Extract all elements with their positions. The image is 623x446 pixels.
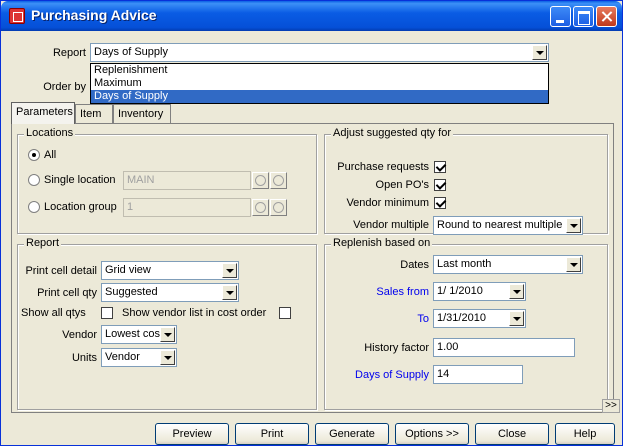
zoom-icon[interactable] xyxy=(270,199,287,216)
dropdown-option-replenishment[interactable]: Replenishment xyxy=(91,64,548,77)
maximize-icon[interactable] xyxy=(573,6,594,27)
tab-parameters[interactable]: Parameters xyxy=(11,102,75,124)
purchase-requests-label: Purchase requests xyxy=(337,161,429,173)
location-group-input[interactable]: 1 xyxy=(123,198,251,217)
adjust-group: Adjust suggested qty for Purchase reques… xyxy=(324,127,608,235)
vendor-multiple-select[interactable]: Round to nearest multiple xyxy=(433,216,583,235)
all-locations-label: All xyxy=(44,149,57,161)
show-all-qtys-label: Show all qtys xyxy=(21,307,86,319)
vendor-label: Vendor xyxy=(62,329,97,341)
parameters-panel: Locations All Single location MAIN Locat… xyxy=(11,123,614,413)
location-group-radio[interactable] xyxy=(28,201,40,213)
print-cell-qty-label: Print cell qty xyxy=(37,287,97,299)
single-location-input[interactable]: MAIN xyxy=(123,171,251,190)
chevron-down-icon[interactable] xyxy=(566,257,581,272)
all-locations-radio[interactable] xyxy=(28,149,40,161)
replenish-group: Replenish based on Dates Last month Sale… xyxy=(324,237,608,410)
report-dropdown-list: Replenishment Maximum Days of Supply xyxy=(90,63,549,104)
chevron-down-icon[interactable] xyxy=(509,311,524,326)
help-button[interactable]: Help xyxy=(555,423,615,445)
single-location-radio[interactable] xyxy=(28,174,40,186)
locations-group: Locations All Single location MAIN Locat… xyxy=(17,127,317,234)
sales-from-value: 1/ 1/2010 xyxy=(437,285,483,297)
print-cell-qty-value: Suggested xyxy=(105,286,158,298)
zoom-icon[interactable] xyxy=(270,172,287,189)
purchase-requests-checkbox[interactable] xyxy=(434,161,446,173)
lookup-icon[interactable] xyxy=(252,172,269,189)
adjust-group-title: Adjust suggested qty for xyxy=(331,127,454,139)
report-select-value: Days of Supply xyxy=(94,46,168,58)
units-select[interactable]: Vendor xyxy=(101,348,177,367)
vendor-minimum-checkbox[interactable] xyxy=(434,197,446,209)
generate-button[interactable]: Generate xyxy=(315,423,389,445)
vendor-select[interactable]: Lowest cost xyxy=(101,325,177,344)
days-of-supply-value: 14 xyxy=(437,368,450,380)
options-button[interactable]: Options >> xyxy=(395,423,469,445)
tab-item[interactable]: Item xyxy=(75,104,113,124)
vendor-multiple-label: Vendor multiple xyxy=(353,219,429,231)
single-location-value: MAIN xyxy=(127,174,155,186)
open-pos-label: Open PO's xyxy=(375,179,429,191)
dropdown-option-maximum[interactable]: Maximum xyxy=(91,77,548,90)
dates-label: Dates xyxy=(400,259,429,271)
chevron-down-icon[interactable] xyxy=(222,263,237,278)
show-vendor-list-checkbox[interactable] xyxy=(279,307,291,319)
days-of-supply-label[interactable]: Days of Supply xyxy=(325,369,429,381)
print-cell-qty-select[interactable]: Suggested xyxy=(101,283,239,302)
chevron-down-icon[interactable] xyxy=(509,284,524,299)
print-cell-detail-label: Print cell detail xyxy=(25,265,97,277)
sales-from-date[interactable]: 1/ 1/2010 xyxy=(433,282,526,301)
order-by-label: Order by xyxy=(43,81,86,93)
tab-inventory[interactable]: Inventory xyxy=(113,104,171,124)
report-label: Report xyxy=(52,47,86,59)
chevron-down-icon[interactable] xyxy=(222,285,237,300)
preview-button[interactable]: Preview xyxy=(155,423,229,445)
report-group: Report Print cell detail Grid view Print… xyxy=(17,237,317,410)
minimize-icon[interactable] xyxy=(550,6,571,27)
show-all-qtys-checkbox[interactable] xyxy=(101,307,113,319)
history-factor-input[interactable]: 1.00 xyxy=(433,338,575,357)
expand-button[interactable]: >> xyxy=(602,399,620,413)
locations-group-title: Locations xyxy=(24,127,76,139)
dates-select[interactable]: Last month xyxy=(433,255,583,274)
lookup-icon[interactable] xyxy=(252,199,269,216)
chevron-down-icon[interactable] xyxy=(160,327,175,342)
history-factor-label: History factor xyxy=(364,342,429,354)
location-group-value: 1 xyxy=(127,201,134,213)
to-label[interactable]: To xyxy=(325,313,429,325)
chevron-down-icon[interactable] xyxy=(532,45,547,60)
sales-from-label[interactable]: Sales from xyxy=(325,286,429,298)
vendor-value: Lowest cost xyxy=(105,328,164,340)
report-select[interactable]: Days of Supply xyxy=(90,43,549,62)
to-date[interactable]: 1/31/2010 xyxy=(433,309,526,328)
units-label: Units xyxy=(71,352,97,364)
replenish-group-title: Replenish based on xyxy=(331,237,433,249)
units-value: Vendor xyxy=(105,351,140,363)
print-button[interactable]: Print xyxy=(235,423,309,445)
window-title: Purchasing Advice xyxy=(31,7,157,23)
vendor-multiple-value: Round to nearest multiple xyxy=(437,219,563,231)
dates-value: Last month xyxy=(437,258,492,270)
single-location-label: Single location xyxy=(44,174,116,186)
close-icon[interactable] xyxy=(596,6,617,27)
chevron-down-icon[interactable] xyxy=(160,350,175,365)
to-value: 1/31/2010 xyxy=(437,312,486,324)
vendor-minimum-label: Vendor minimum xyxy=(346,197,429,209)
report-group-title: Report xyxy=(24,237,62,249)
purchasing-advice-window: Purchasing Advice Report Days of Supply … xyxy=(0,0,623,446)
chevron-down-icon[interactable] xyxy=(566,218,581,233)
show-vendor-list-label: Show vendor list in cost order xyxy=(122,307,267,319)
history-factor-value: 1.00 xyxy=(437,341,459,353)
title-bar[interactable]: Purchasing Advice xyxy=(1,1,622,31)
open-pos-checkbox[interactable] xyxy=(434,179,446,191)
dropdown-option-days-of-supply[interactable]: Days of Supply xyxy=(91,90,548,103)
app-icon xyxy=(9,8,25,24)
print-cell-detail-select[interactable]: Grid view xyxy=(101,261,239,280)
print-cell-detail-value: Grid view xyxy=(105,264,151,276)
days-of-supply-input[interactable]: 14 xyxy=(433,365,523,384)
close-button[interactable]: Close xyxy=(475,423,549,445)
location-group-label: Location group xyxy=(44,201,117,213)
